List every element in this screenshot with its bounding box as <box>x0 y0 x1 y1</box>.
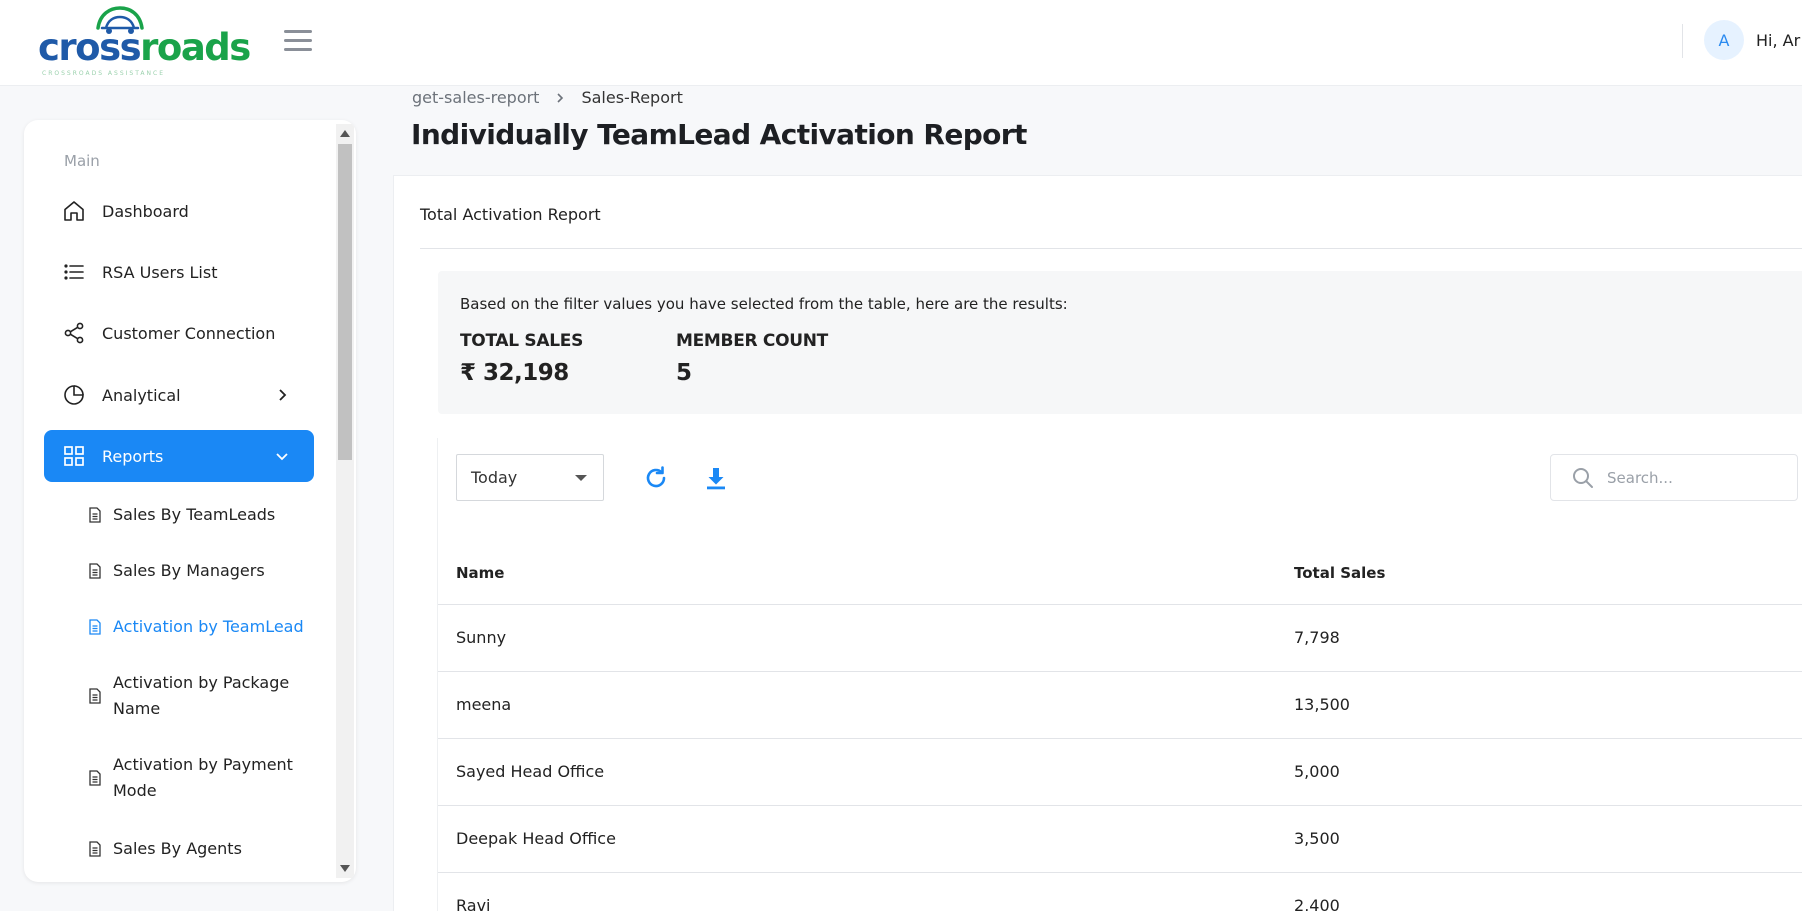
document-icon <box>89 619 101 635</box>
sidebar-item-label: Reports <box>102 446 164 466</box>
sidebar-subitem-label: Sales By Agents <box>113 839 242 858</box>
breadcrumb-current: Sales-Report <box>581 88 683 107</box>
table-row[interactable]: Deepak Head Office 3,500 <box>438 806 1802 873</box>
menu-toggle-icon[interactable] <box>284 30 312 52</box>
search-icon <box>1573 467 1593 488</box>
share-icon <box>64 322 84 344</box>
sidebar-nav: Main Dashboard RSA Users List Customer C… <box>24 120 334 882</box>
scroll-down-arrow-icon[interactable] <box>340 865 350 872</box>
cell-name: meena <box>456 695 512 714</box>
chevron-right-icon <box>557 92 564 103</box>
search-box[interactable] <box>1550 454 1798 501</box>
table-row[interactable]: Sayed Head Office 5,000 <box>438 739 1802 806</box>
crossroads-logo[interactable]: crossroads CROSSROADS ASSISTANCE <box>38 6 251 78</box>
table-row[interactable]: Ravi 2,400 <box>438 873 1802 911</box>
card-divider <box>420 248 1802 249</box>
sidebar-subitem-activation-by-package-name[interactable]: Activation by Package Name <box>86 670 316 722</box>
card-title: Total Activation Report <box>420 205 601 224</box>
document-icon <box>89 688 101 704</box>
cell-total-sales: 2,400 <box>1294 896 1340 911</box>
report-table: Today Name Total Sales Sunny 7,798 meena… <box>437 438 1802 911</box>
table-row[interactable]: Sunny 7,798 <box>438 605 1802 672</box>
search-input[interactable] <box>1607 468 1787 487</box>
scroll-up-arrow-icon[interactable] <box>340 130 350 137</box>
sidebar-item-customer-connection[interactable]: Customer Connection <box>44 307 314 359</box>
member-count-label: MEMBER COUNT <box>676 331 828 351</box>
sidebar-item-label: Dashboard <box>102 201 189 221</box>
sidebar-subitem-label: Activation by TeamLead <box>113 617 304 636</box>
chevron-down-icon <box>276 453 288 461</box>
sidebar-subitem-activation-by-payment-mode[interactable]: Activation by Payment Mode <box>86 752 316 804</box>
column-header-name[interactable]: Name <box>456 564 504 582</box>
logo-wordmark: crossroads <box>38 26 251 69</box>
scrollbar-thumb[interactable] <box>338 144 352 460</box>
breadcrumb-parent-link[interactable]: get-sales-report <box>412 88 539 107</box>
column-header-total-sales[interactable]: Total Sales <box>1294 564 1385 582</box>
cell-name: Sunny <box>456 628 507 647</box>
cell-total-sales: 13,500 <box>1294 695 1350 714</box>
home-icon <box>64 201 84 221</box>
sidebar-item-reports[interactable]: Reports <box>44 430 314 482</box>
header-divider <box>1682 24 1683 58</box>
grid-icon <box>64 446 84 466</box>
sidebar-subitem-activation-by-teamlead[interactable]: Activation by TeamLead <box>86 614 316 640</box>
sidebar-subitem-sales-by-teamleads[interactable]: Sales By TeamLeads <box>86 502 316 528</box>
sidebar-item-label: Analytical <box>102 385 181 405</box>
total-sales-value: ₹ 32,198 <box>460 360 569 386</box>
total-sales-stat: TOTAL SALES ₹ 32,198 <box>460 331 583 386</box>
cell-total-sales: 7,798 <box>1294 628 1340 647</box>
cell-name: Sayed Head Office <box>456 762 605 781</box>
sidebar-subitem-sales-by-managers[interactable]: Sales By Managers <box>86 558 316 584</box>
member-count-stat: MEMBER COUNT 5 <box>676 331 828 386</box>
download-icon[interactable] <box>702 464 730 492</box>
table-row[interactable]: meena 13,500 <box>438 672 1802 739</box>
date-filter-select[interactable]: Today <box>456 454 604 501</box>
sidebar-scrollbar[interactable] <box>336 124 354 878</box>
document-icon <box>89 563 101 579</box>
cell-total-sales: 3,500 <box>1294 829 1340 848</box>
sidebar: Main Dashboard RSA Users List Customer C… <box>24 120 356 882</box>
cell-name: Ravi <box>456 896 491 911</box>
page-title: Individually TeamLead Activation Report <box>411 118 1027 151</box>
cell-name: Deepak Head Office <box>456 829 616 848</box>
sidebar-section-label: Main <box>64 152 100 170</box>
sidebar-subitem-label: Activation by Package Name <box>113 673 290 718</box>
chevron-right-icon <box>279 389 287 401</box>
sidebar-subitem-label: Sales By TeamLeads <box>113 505 276 524</box>
summary-note: Based on the filter values you have sele… <box>460 295 1068 313</box>
sidebar-item-analytical[interactable]: Analytical <box>44 369 314 421</box>
logo-tagline: CROSSROADS ASSISTANCE <box>42 70 165 77</box>
avatar[interactable]: A <box>1704 20 1744 60</box>
sidebar-subitem-label: Sales By Managers <box>113 561 265 580</box>
total-sales-label: TOTAL SALES <box>460 331 584 351</box>
sidebar-item-label: Customer Connection <box>102 323 276 343</box>
user-greeting[interactable]: Hi, Ar <box>1756 31 1800 50</box>
sidebar-item-rsa-users-list[interactable]: RSA Users List <box>44 246 314 298</box>
document-icon <box>89 507 101 523</box>
list-icon <box>64 264 84 280</box>
caret-down-icon <box>575 475 587 481</box>
member-count-value: 5 <box>676 360 692 386</box>
breadcrumb: get-sales-report Sales-Report <box>412 88 683 107</box>
document-icon <box>89 841 101 857</box>
sidebar-item-dashboard[interactable]: Dashboard <box>44 185 314 237</box>
pie-chart-icon <box>64 385 84 405</box>
report-card: Total Activation Report Based on the fil… <box>393 175 1802 911</box>
cell-total-sales: 5,000 <box>1294 762 1340 781</box>
document-icon <box>89 770 101 786</box>
sidebar-subitem-sales-by-agents[interactable]: Sales By Agents <box>86 836 316 862</box>
summary-panel: Based on the filter values you have sele… <box>438 271 1802 414</box>
top-header: crossroads CROSSROADS ASSISTANCE A Hi, A… <box>0 0 1802 86</box>
date-filter-value: Today <box>471 468 518 487</box>
refresh-icon[interactable] <box>642 464 670 492</box>
sidebar-item-label: RSA Users List <box>102 262 218 282</box>
sidebar-subitem-label: Activation by Payment Mode <box>113 755 293 800</box>
